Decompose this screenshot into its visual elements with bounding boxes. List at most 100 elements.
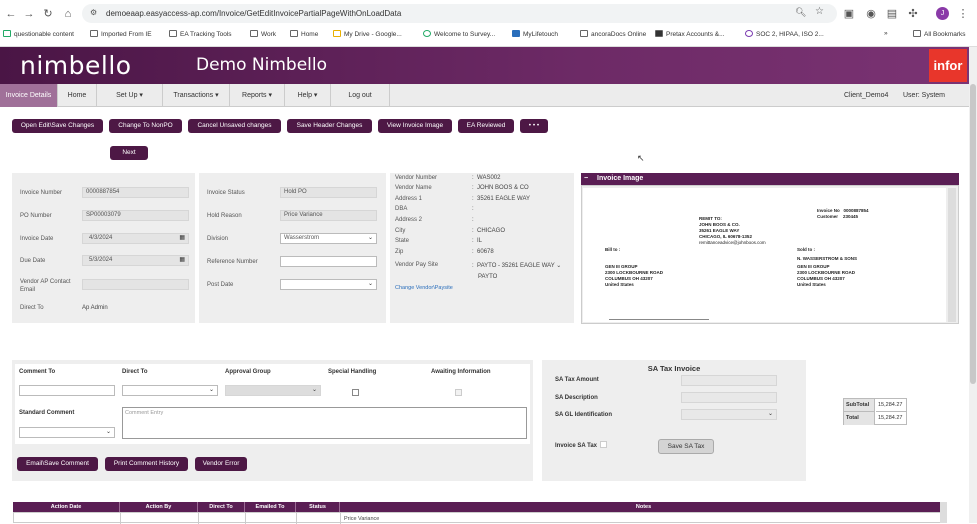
- invoice-status-field[interactable]: Hold PO: [280, 187, 377, 198]
- bookmark-item[interactable]: EA Tracking Tools: [169, 30, 232, 38]
- reload-icon[interactable]: ↻: [41, 7, 55, 21]
- page-title: Demo Nimbello: [196, 55, 328, 75]
- invoice-sa-tax-checkbox[interactable]: [600, 441, 607, 448]
- remit-line: JOHN BOOS & CO.: [699, 222, 740, 227]
- menu-kebab-icon[interactable]: ⋮: [956, 7, 970, 21]
- note-cell: Price Variance: [344, 516, 380, 522]
- table-scrollbar[interactable]: [940, 502, 947, 523]
- approval-group-select[interactable]: ⌄: [225, 385, 321, 396]
- extension-icon[interactable]: ▤: [885, 7, 899, 21]
- nimbello-logo: nimbello: [20, 51, 132, 80]
- menu-setup[interactable]: Set Up ▾: [97, 84, 163, 107]
- hold-reason-field[interactable]: Price Variance: [280, 210, 377, 221]
- profile-avatar[interactable]: J: [936, 7, 949, 20]
- billto-line: COLUMBUS OH 43207: [605, 276, 653, 281]
- po-number-field[interactable]: SP00003079: [82, 210, 189, 221]
- extension-icon[interactable]: ◉: [864, 7, 878, 21]
- print-comment-history-button[interactable]: Print Comment History: [105, 457, 188, 471]
- col-status[interactable]: Status: [296, 502, 340, 512]
- menu-reports[interactable]: Reports ▾: [230, 84, 285, 107]
- col-action-date[interactable]: Action Date: [13, 502, 120, 512]
- soldto-line: 2300 LOCKBOURNE ROAD: [797, 270, 856, 275]
- save-header-button[interactable]: Save Header Changes: [287, 119, 372, 133]
- user-name: User: System: [903, 92, 946, 99]
- chevron-down-icon: ⌄: [367, 235, 373, 241]
- menu-home[interactable]: Home: [58, 84, 97, 107]
- reference-number-input[interactable]: [280, 256, 377, 267]
- bookmark-item[interactable]: Pretax Accounts &...: [655, 30, 725, 38]
- back-icon[interactable]: ←: [4, 7, 18, 21]
- bookmark-item[interactable]: Welcome to Survey...: [423, 30, 495, 38]
- more-actions-button[interactable]: • • •: [520, 119, 548, 133]
- bookmark-item[interactable]: Home: [290, 30, 318, 38]
- remit-email: remittanceadvice@johnboos.com: [699, 240, 766, 245]
- change-vendor-link[interactable]: Change Vendor\Paysite: [395, 285, 453, 291]
- dba-label: DBA: [395, 206, 408, 212]
- ea-reviewed-button[interactable]: EA Reviewed: [458, 119, 514, 133]
- menu-help[interactable]: Help ▾: [285, 84, 331, 107]
- menu-logout[interactable]: Log out: [331, 84, 390, 107]
- bookmarks-overflow-icon[interactable]: »: [884, 30, 888, 37]
- bookmark-item[interactable]: MyLifetouch: [512, 30, 558, 38]
- url-text: demoeaap.easyaccess-ap.com/Invoice/GetEd…: [106, 9, 402, 18]
- cancel-unsaved-button[interactable]: Cancel Unsaved changes: [188, 119, 281, 133]
- comment-to-label: Comment To: [19, 369, 56, 375]
- infor-logo: infor: [929, 49, 967, 82]
- due-date-field[interactable]: 5/3/2024 ▦: [82, 255, 189, 266]
- save-sa-tax-button[interactable]: Save SA Tax: [658, 439, 714, 454]
- puzzle-icon[interactable]: ✣: [906, 7, 920, 21]
- paysite-select[interactable]: : PAYTO - 35261 EAGLE WAY ⌄: [472, 262, 561, 269]
- menu-invoice-details[interactable]: Invoice Details: [0, 84, 58, 107]
- home-icon[interactable]: ⌂: [61, 7, 75, 21]
- bookmark-item[interactable]: Imported From IE: [90, 30, 152, 38]
- open-edit-save-button[interactable]: Open Edit\Save Changes: [12, 119, 103, 133]
- awaiting-info-checkbox[interactable]: [455, 389, 462, 396]
- due-date-label: Due Date: [20, 258, 46, 264]
- col-notes[interactable]: Notes: [340, 502, 947, 512]
- col-action-by[interactable]: Action By: [120, 502, 198, 512]
- email-save-comment-button[interactable]: Email\Save Comment: [17, 457, 98, 471]
- post-date-select[interactable]: ⌄: [280, 279, 377, 290]
- zoom-icon[interactable]: 🔍︎: [795, 7, 806, 18]
- star-icon[interactable]: ☆: [815, 6, 824, 17]
- change-to-nonpo-button[interactable]: Change To NonPO: [109, 119, 182, 133]
- bookmark-item[interactable]: questionable content: [3, 30, 74, 38]
- address-bar[interactable]: ⚙ demoeaap.easyaccess-ap.com/Invoice/Get…: [82, 4, 837, 23]
- view-invoice-image-button[interactable]: View Invoice Image: [378, 119, 452, 133]
- bookmark-item[interactable]: ancoraDocs Online: [580, 30, 646, 38]
- site-info-icon[interactable]: ⚙: [90, 8, 97, 17]
- next-button[interactable]: Next: [110, 146, 148, 160]
- forward-icon[interactable]: →: [22, 7, 36, 21]
- menu-transactions[interactable]: Transactions ▾: [163, 84, 230, 107]
- collapse-icon[interactable]: −: [584, 173, 588, 185]
- bookmark-item[interactable]: Work: [250, 30, 276, 38]
- sa-tax-amount-input[interactable]: [681, 375, 777, 386]
- sa-tax-amount-label: SA Tax Amount: [555, 377, 599, 383]
- sa-gl-select[interactable]: ⌄: [681, 409, 777, 420]
- vendor-contact-field[interactable]: [82, 279, 189, 290]
- calendar-icon[interactable]: ▦: [179, 256, 185, 265]
- bookmark-item[interactable]: SOC 2, HIPAA, ISO 2...: [745, 30, 824, 38]
- comment-entry-textarea[interactable]: Comment Entry: [122, 407, 527, 439]
- bookmark-item[interactable]: My Drive - Google...: [333, 30, 402, 38]
- special-handling-checkbox[interactable]: [352, 389, 359, 396]
- page-scrollbar-thumb[interactable]: [970, 84, 976, 384]
- image-scrollbar[interactable]: [948, 188, 956, 322]
- invoice-number-field[interactable]: 0000887854: [82, 187, 189, 198]
- division-select[interactable]: Wasserstrom ⌄: [280, 233, 377, 244]
- vendor-error-button[interactable]: Vendor Error: [195, 457, 247, 471]
- invoice-image-header: − Invoice Image: [581, 173, 959, 185]
- standard-comment-select[interactable]: ⌄: [19, 427, 115, 438]
- remit-line: CHICAGO, IL 60678-1352: [699, 234, 752, 239]
- sa-description-input[interactable]: [681, 392, 777, 403]
- all-bookmarks[interactable]: All Bookmarks: [913, 30, 966, 38]
- invoice-date-field[interactable]: 4/3/2024 ▦: [82, 233, 189, 244]
- history-table-header: Action Date Action By Direct To Emailed …: [13, 502, 947, 512]
- col-direct-to[interactable]: Direct To: [198, 502, 245, 512]
- extension-icon[interactable]: ▣: [842, 7, 856, 21]
- calendar-icon[interactable]: ▦: [179, 234, 185, 243]
- comment-to-input[interactable]: [19, 385, 115, 396]
- col-emailed-to[interactable]: Emailed To: [245, 502, 296, 512]
- total-value: 15,284.27: [878, 415, 903, 421]
- direct-to-select[interactable]: ⌄: [122, 385, 218, 396]
